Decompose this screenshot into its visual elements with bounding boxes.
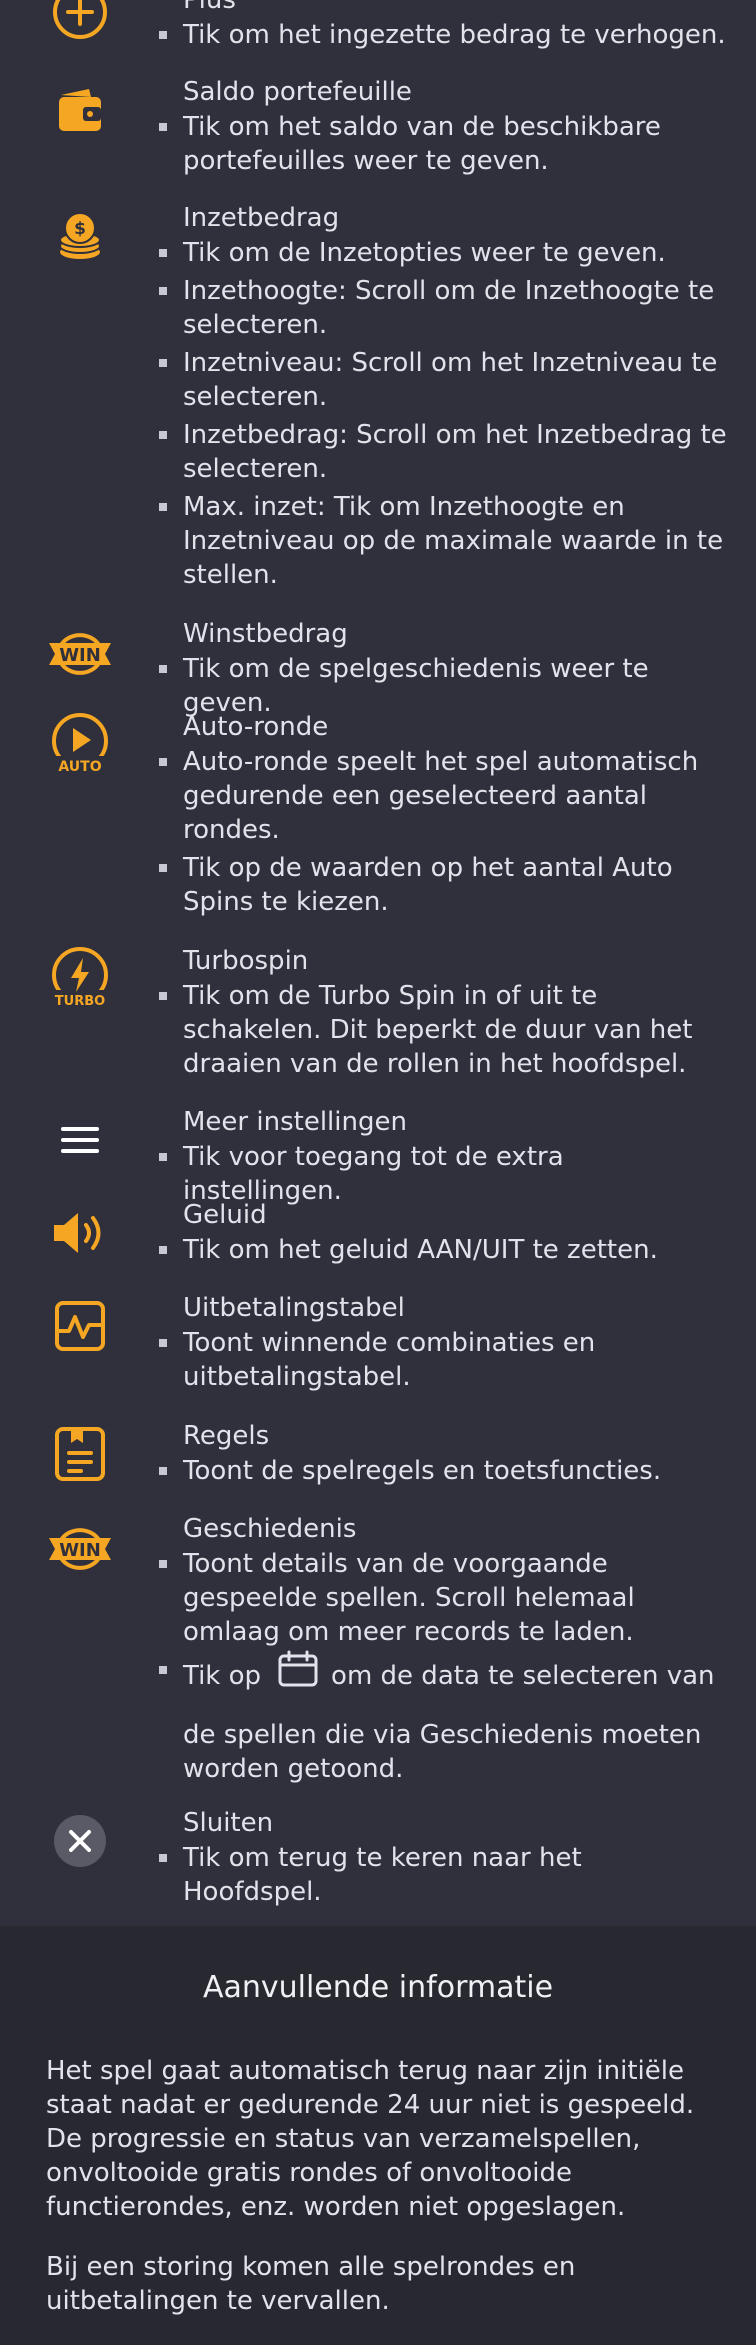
close-icon	[44, 1805, 116, 1877]
svg-text:WIN: WIN	[59, 1540, 101, 1561]
bullet-item: Tik om de Turbo Spin in of uit te schake…	[159, 979, 728, 1081]
bullet-item: Tik om het saldo van de beschikbare port…	[159, 110, 728, 178]
section-title: Saldo portefeuille	[183, 77, 412, 107]
svg-text:$: $	[74, 219, 86, 239]
calendar-icon	[277, 1650, 319, 1697]
win-badge-icon: WIN	[44, 616, 116, 688]
plus-circle-icon	[44, 0, 116, 48]
svg-text:TURBO: TURBO	[55, 994, 105, 1009]
section-title: Turbospin	[183, 946, 309, 976]
svg-text:WIN: WIN	[59, 645, 101, 666]
section-title: Meer instellingen	[183, 1107, 407, 1137]
bullet-item: Inzetbedrag: Scroll om het Inzetbedrag t…	[159, 420, 727, 484]
bullet-item: Tik op de waarden op het aantal Auto Spi…	[159, 851, 728, 919]
bullet-item: Inzethoogte: Scroll om de Inzethoogte te…	[159, 274, 728, 342]
turbo-icon: TURBO	[44, 943, 116, 1015]
additional-info-paragraph: Het spel gaat automatisch terug naar zij…	[46, 2056, 695, 2222]
calendar-bullet-continuation: de spellen die via Geschiedenis moeten w…	[183, 1720, 702, 1784]
calendar-bullet-before: Tik op	[183, 1661, 262, 1691]
auto-play-icon: AUTO	[44, 709, 116, 781]
sound-icon	[44, 1197, 116, 1269]
bullet-item: Max. inzet: Tik om Inzethoogte en Inzetn…	[159, 490, 728, 592]
paytable-icon	[44, 1290, 116, 1362]
rules-icon	[44, 1418, 116, 1490]
additional-info-heading: Aanvullende informatie	[202, 1970, 554, 2005]
section-title: Uitbetalingstabel	[183, 1293, 405, 1323]
bullet-item: Tik om het geluid AAN/UIT te zetten.	[159, 1233, 728, 1267]
bullet-item: Auto-ronde speelt het spel automatisch g…	[159, 745, 728, 847]
wallet-icon	[44, 74, 116, 146]
menu-icon	[44, 1104, 116, 1176]
section-title: Regels	[183, 1421, 270, 1451]
section-title: Sluiten	[183, 1808, 274, 1838]
bullet-item: Toont de spelregels en toetsfuncties.	[159, 1454, 728, 1488]
bullet-item: Tik om terug te keren naar het Hoofdspel…	[159, 1841, 728, 1909]
section-title: Geluid	[183, 1200, 267, 1230]
bullet-item: Tik om de Inzetopties weer te geven.	[159, 236, 728, 270]
section-title: Inzetbedrag	[183, 203, 340, 233]
bullet-item: Toont winnende combinaties en uitbetalin…	[159, 1326, 728, 1394]
bullet-item-calendar: Tik op om de data te selecteren van de sp…	[159, 1650, 728, 1786]
section-title: Plus	[183, 0, 236, 15]
coin-stack-icon: $	[44, 200, 116, 272]
additional-info-paragraph: Bij een storing komen alle spelrondes en…	[46, 2252, 576, 2316]
win-badge-icon: WIN	[44, 1511, 116, 1583]
svg-text:AUTO: AUTO	[58, 759, 101, 775]
calendar-bullet-after: om de data te selecteren van	[331, 1661, 715, 1691]
bullet-item: Tik om het ingezette bedrag te verhogen.	[159, 18, 728, 52]
bullet-item: Inzetniveau: Scroll om het Inzetniveau t…	[159, 346, 728, 414]
bullet-item: Toont details van de voorgaande gespeeld…	[159, 1547, 728, 1649]
section-title: Winstbedrag	[183, 619, 348, 649]
additional-info-section: Aanvullende informatie Het spel gaat aut…	[0, 1926, 756, 2345]
help-feature-list: Plus Tik om het ingezette bedrag te verh…	[0, 0, 756, 1926]
section-title: Geschiedenis	[183, 1514, 357, 1544]
section-title: Auto-ronde	[183, 712, 329, 742]
